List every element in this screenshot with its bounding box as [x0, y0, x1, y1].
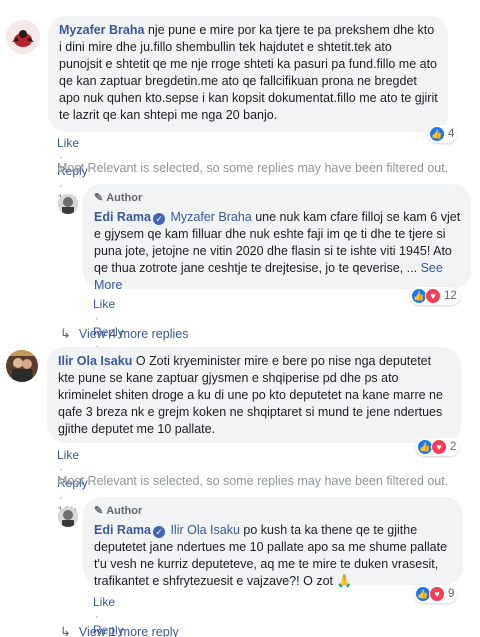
filtered-notice: Most Relevant is selected, so some repli… — [57, 474, 449, 488]
reaction-count: 12 — [444, 290, 457, 302]
like-link[interactable]: Like — [93, 297, 115, 311]
verified-badge-icon: ✓ — [152, 213, 165, 225]
reaction-count: 2 — [450, 441, 457, 453]
pencil-icon: ✎ — [94, 505, 104, 517]
comment-author[interactable]: Myzafer Braha — [59, 23, 144, 37]
like-reaction-icon: 👍 — [429, 126, 445, 142]
filtered-notice: Most Relevant is selected, so some repli… — [57, 161, 449, 175]
author-badge: ✎ Author — [94, 503, 453, 520]
pencil-icon: ✎ — [94, 192, 104, 204]
reply-author[interactable]: Edi Rama — [94, 523, 151, 537]
reply-arrow-icon: ↳ — [60, 624, 71, 637]
reply-bubble: ✎ Author Edi Rama ✓ Myzafer Braha une nuk… — [83, 184, 471, 292]
avatar[interactable] — [58, 194, 78, 214]
like-link[interactable]: Like — [93, 595, 115, 609]
reaction-count: 9 — [448, 588, 455, 600]
reply-arrow-icon: ↳ — [60, 326, 71, 341]
view-more-replies[interactable]: ↳ View 4 more replies — [60, 326, 188, 342]
love-reaction-icon: ♥ — [429, 586, 445, 602]
comment-bubble: Myzafer Braha nje pune e mire por ka tje… — [48, 16, 448, 132]
love-reaction-icon: ♥ — [431, 439, 447, 455]
avatar[interactable] — [58, 507, 78, 527]
comment-bubble: Ilir Ola Isaku O Zoti kryeminister mire … — [47, 347, 461, 443]
avatar[interactable] — [6, 350, 38, 382]
mention-link[interactable]: Ilir Ola Isaku — [170, 523, 239, 537]
reactions-badge[interactable]: 👍 ♥ 12 — [410, 287, 460, 305]
reactions-badge[interactable]: 👍 ♥ 2 — [416, 438, 460, 456]
comment-text: nje pune e mire por ka tjere te pa preks… — [59, 23, 438, 122]
verified-badge-icon: ✓ — [152, 526, 165, 538]
love-reaction-icon: ♥ — [425, 288, 441, 304]
comment-author[interactable]: Ilir Ola Isaku — [58, 354, 132, 368]
praying-hands-icon: 🙏 — [336, 574, 353, 588]
reaction-count: 4 — [448, 128, 455, 140]
reactions-badge[interactable]: 👍 4 — [428, 125, 458, 143]
reactions-badge[interactable]: 👍 ♥ 9 — [414, 585, 458, 603]
view-more-replies[interactable]: ↳ View 1 more reply — [60, 624, 179, 637]
reply-author[interactable]: Edi Rama — [94, 210, 151, 224]
like-link[interactable]: Like — [57, 136, 79, 150]
avatar[interactable] — [6, 20, 40, 54]
like-link[interactable]: Like — [57, 448, 79, 462]
reply-bubble: ✎ Author Edi Rama ✓ Ilir Ola Isaku po kus… — [83, 497, 463, 588]
author-badge: ✎ Author — [94, 190, 461, 207]
mention-link[interactable]: Myzafer Braha — [170, 210, 251, 224]
